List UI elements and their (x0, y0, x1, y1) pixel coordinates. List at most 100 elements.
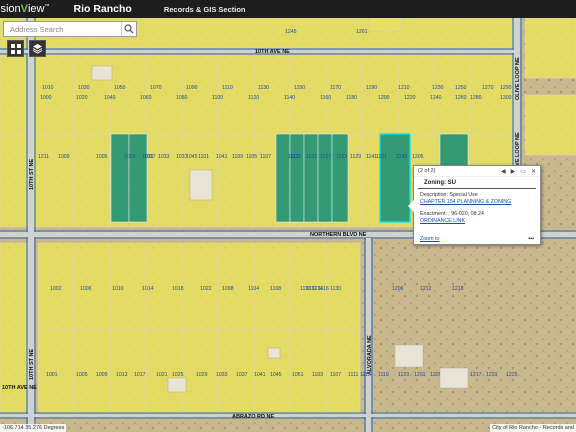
parcel-label: 1210 (398, 85, 410, 91)
ordinance-link[interactable]: ORDINANCE LINK (420, 218, 465, 224)
parcel-label: 1300 (500, 95, 512, 101)
parcel-label: 1051 (292, 372, 304, 378)
parcel-label: 1206 (392, 286, 404, 292)
parcel-label: 1113 (288, 154, 299, 160)
parcel-label: 1217 (470, 372, 482, 378)
parcel-label: 1116 (318, 286, 329, 292)
parcel-label: 1017 (144, 154, 156, 160)
popup-footer: Zoom to ••• (420, 236, 534, 242)
parcel-label: 1017 (134, 372, 146, 378)
parcel-label: 1080 (176, 95, 188, 101)
parcel-label: 1041 (254, 372, 266, 378)
parcel-label: 1018 (172, 286, 184, 292)
parcel-label: 1045 (270, 372, 282, 378)
parcel-label: 1290 (500, 85, 512, 91)
more-actions-button[interactable]: ••• (528, 236, 534, 242)
parcel-label: 1090 (186, 85, 198, 91)
chapter-link[interactable]: CHAPTER 154 PLANNING & ZONING (420, 199, 511, 205)
parcel-label: 1100 (212, 95, 223, 101)
map-attribution: City of Rio Rancho - Records and (490, 424, 576, 432)
parcel-label: 1218 (452, 286, 464, 292)
grid-icon (10, 43, 21, 54)
parcel-label: 1205 (412, 154, 424, 160)
address-search-box (3, 21, 137, 37)
parcel-label: 1005 (96, 154, 108, 160)
parcel-label: 1180 (346, 95, 357, 101)
parcel-label: 1260 (455, 95, 467, 101)
parcel-label: 1221 (486, 372, 498, 378)
parcel-label: 1190 (366, 85, 377, 91)
close-icon[interactable]: ✕ (531, 168, 536, 175)
zoning-popup: (2 of 2) ◀ ▶ ▭ ✕ Zoning: SU Description:… (408, 165, 541, 245)
layers-icon (32, 44, 43, 54)
parcel-label: 1101 (198, 154, 209, 160)
layers-tool-button[interactable] (29, 40, 46, 57)
parcel-label: 1000 (40, 95, 52, 101)
search-icon (124, 24, 134, 34)
next-icon[interactable]: ▶ (511, 168, 516, 175)
parcel-label: 1107 (330, 372, 341, 378)
parcel-label: 1010 (112, 286, 124, 292)
parcel-label: 1033 (216, 372, 228, 378)
popup-pointer (408, 200, 414, 212)
parcel-label: 1261 (356, 29, 368, 35)
parcel-label: 1104 (248, 286, 259, 292)
address-search-input[interactable] (4, 22, 122, 36)
parcel-label: 1001 (46, 372, 58, 378)
parcel-label: 1143 (396, 154, 407, 160)
street-label-10th-st-lower: 10TH ST NE (29, 348, 35, 380)
popup-title: Zoning: SU (418, 177, 536, 189)
popup-body: Description: Special Use CHAPTER 154 PLA… (414, 189, 540, 228)
parcel-label: 1045 (186, 154, 198, 160)
parcel-label: 1013 (116, 372, 128, 378)
parcel-label: 1111 (348, 372, 358, 378)
parcel-label: 1211 (38, 154, 49, 160)
prev-icon[interactable]: ◀ (501, 168, 506, 175)
parcel-label: 1098 (222, 286, 234, 292)
parcel-label: 1025 (172, 372, 184, 378)
parcel-label: 1160 (320, 95, 331, 101)
parcel-label: 1041 (216, 154, 228, 160)
parcel-label: 1014 (142, 286, 154, 292)
grid-tool-button[interactable] (7, 40, 24, 57)
parcel-label: 1037 (176, 154, 188, 160)
street-label-alvorada: ALVORADA NE (367, 335, 373, 375)
parcel-label: 1050 (114, 85, 126, 91)
parcel-label: 1123 (398, 372, 409, 378)
parcel-label: 1270 (482, 85, 494, 91)
popup-header: (2 of 2) ◀ ▶ ▭ ✕ (414, 166, 540, 177)
parcel-label: 1119 (378, 372, 389, 378)
app-window: 10TH AVE NE NORTHERN BLVD NE ABRAZO RD N… (0, 0, 576, 432)
parcel-label: 1070 (150, 85, 162, 91)
parcel-label: 1033 (158, 154, 170, 160)
parcel-label: 1220 (404, 95, 416, 101)
coordinate-readout: -106.714 35.276 Degrees (0, 424, 67, 432)
visionview-logo[interactable]: isionView™ (0, 3, 49, 15)
parcel-label: 1002 (50, 286, 62, 292)
parcel-label: 1108 (270, 286, 281, 292)
parcel-label: 1201 (414, 372, 426, 378)
street-label-abrazo-rd: ABRAZO RD NE (232, 414, 274, 420)
parcel-label: 1040 (104, 95, 116, 101)
parcel-label: 1120 (248, 95, 259, 101)
parcel-label: 1030 (78, 85, 90, 91)
parcel-label: 1110 (222, 85, 233, 91)
minimize-icon[interactable]: ▭ (520, 168, 526, 175)
parcel-label: 1127 (320, 154, 331, 160)
search-button[interactable] (121, 22, 136, 36)
parcel-label: 1009 (58, 154, 70, 160)
city-title: Rio Rancho (73, 3, 132, 15)
popup-counter: (2 of 2) (418, 168, 436, 174)
parcel-label: 1170 (330, 85, 341, 91)
parcel-label: 1037 (236, 372, 248, 378)
parcel-label: 1150 (294, 85, 305, 91)
parcel-label: 1212 (420, 286, 432, 292)
street-label-northern-blvd: NORTHERN BLVD NE (310, 232, 367, 238)
zoom-to-link[interactable]: Zoom to (420, 236, 439, 242)
parcel-label: 1130 (330, 286, 341, 292)
parcel-label: 1010 (42, 85, 54, 91)
popup-enactment: Enactment: ; 96-020; 08.24 (420, 211, 484, 217)
parcel-label: 1006 (80, 286, 92, 292)
parcel-label: 1022 (200, 286, 212, 292)
section-title: Records & GIS Section (163, 4, 246, 14)
